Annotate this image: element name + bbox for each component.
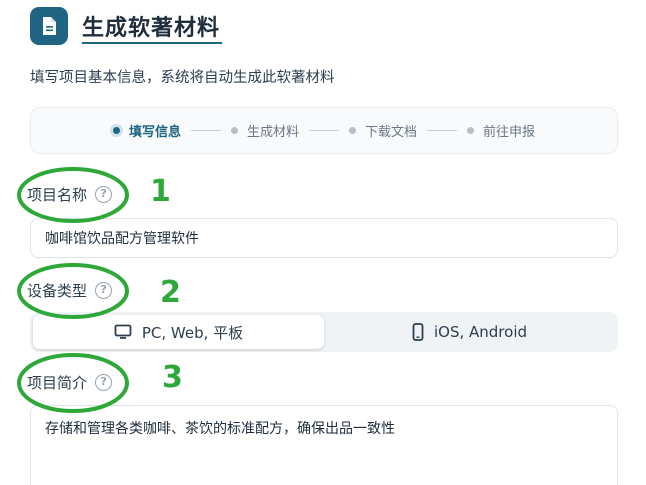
step-connector: [427, 130, 458, 131]
step-connector: [309, 130, 339, 131]
step-dot: [112, 127, 120, 134]
device-option-pc[interactable]: PC, Web, 平板: [33, 315, 324, 349]
project-intro-textarea[interactable]: 存储和管理各类咖啡、茶饮的标准配方，确保出品一致性: [30, 405, 618, 485]
page-title: 生成软著材料: [82, 16, 221, 41]
help-icon[interactable]: ?: [95, 374, 113, 391]
annotation-number: 3: [162, 360, 183, 395]
progress-stepper: 填写信息 生成材料 下载文档 前往申报: [30, 107, 618, 154]
annotation-number: 1: [150, 174, 171, 209]
annotation-number: 2: [160, 275, 181, 310]
title-underline: [82, 42, 222, 44]
step-dot: [349, 127, 356, 134]
phone-icon: [412, 323, 424, 341]
step-generate: 生成材料: [230, 121, 299, 140]
project-name-label: 项目名称 ?: [27, 184, 113, 205]
help-icon[interactable]: ?: [95, 186, 113, 203]
device-type-label: 设备类型 ?: [27, 280, 113, 301]
monitor-icon: [114, 324, 132, 340]
step-download: 下载文档: [349, 121, 417, 140]
step-dot: [467, 127, 475, 134]
device-type-selector: PC, Web, 平板 iOS, Android: [30, 312, 618, 352]
page-subtitle: 填写项目基本信息，系统将自动生成此软著材料: [30, 70, 335, 86]
step-connector: [190, 130, 221, 131]
step-dot: [230, 127, 238, 134]
step-fill-info: 填写信息: [112, 121, 181, 140]
help-icon[interactable]: ?: [95, 282, 113, 299]
project-intro-label: 项目简介 ?: [27, 372, 113, 393]
step-apply: 前往申报: [467, 121, 535, 140]
project-name-input[interactable]: 咖啡馆饮品配方管理软件: [30, 218, 618, 258]
device-option-mobile[interactable]: iOS, Android: [324, 315, 615, 349]
document-icon: [30, 7, 68, 45]
